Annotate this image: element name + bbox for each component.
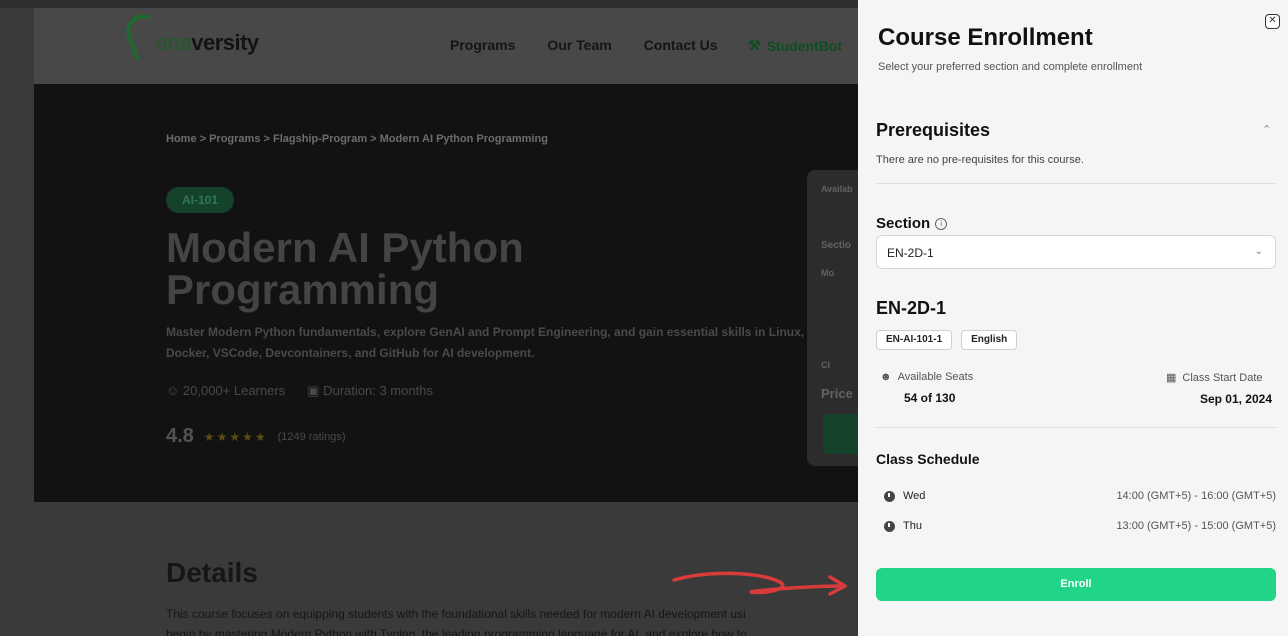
section-label-text: Section	[876, 215, 931, 232]
close-icon[interactable]: ✕	[1265, 14, 1280, 29]
studentbot-link[interactable]: ⚒ StudentBot	[748, 37, 842, 54]
course-meta: ☺ 20,000+ Learners ▣ Duration: 3 months	[166, 383, 433, 399]
schedule-day: Thu	[903, 520, 922, 532]
class-start-date-label: Class Start Date	[1182, 371, 1263, 384]
course-duration: ▣ Duration: 3 months	[307, 383, 433, 398]
breadcrumb: Home > Programs > Flagship-Program > Mod…	[166, 133, 548, 145]
side-card-price: Price	[821, 386, 853, 401]
section-name: EN-2D-1	[876, 298, 947, 318]
section-select[interactable]: EN-2D-1 ⌄	[876, 235, 1276, 269]
available-seats-value: 54 of 130	[904, 391, 956, 405]
drawer-subtitle: Select your preferred section and comple…	[878, 61, 1143, 73]
drawer-title: Course Enrollment	[878, 24, 1093, 51]
nav-links: Programs Our Team Contact Us	[450, 37, 718, 53]
course-code-badge: AI-101	[166, 187, 234, 213]
window-top-edge	[0, 0, 858, 8]
learners-count: ☺ 20,000+ Learners	[166, 383, 286, 398]
details-text: This course focuses on equipping student…	[166, 604, 858, 636]
class-start-date-value: Sep 01, 2024	[1199, 392, 1272, 406]
schedule-day: Wed	[903, 490, 926, 502]
background-page	[0, 0, 858, 636]
available-seats-label: Available Seats	[897, 371, 974, 383]
clock-icon	[884, 490, 895, 502]
schedule-row: Thu 13:00 (GMT+5) - 15:00 (GMT+5)	[876, 512, 1276, 540]
nav-link-programs[interactable]: Programs	[450, 37, 515, 53]
section-tags: EN-AI-101-1 English	[876, 330, 1018, 350]
star-rating-icon: ★★★★★	[203, 429, 268, 444]
studentbot-label: StudentBot	[766, 37, 842, 54]
calendar-icon: ▦	[1166, 372, 1177, 384]
tag-section-code: EN-AI-101-1	[876, 330, 953, 350]
learners-icon: ☺	[166, 383, 180, 398]
schedule-time: 14:00 (GMT+5) - 16:00 (GMT+5)	[1116, 490, 1276, 502]
enrollment-side-card: Availab Sectio Mo Cl Price	[807, 170, 858, 466]
nav-link-contact-us[interactable]: Contact Us	[644, 37, 718, 53]
side-card-mo: Mo	[821, 268, 834, 278]
available-seats: ☻ Available Seats 54 of 130	[880, 371, 973, 405]
annotation-arrow-icon	[672, 571, 847, 596]
details-line-1: This course focuses on equipping student…	[166, 607, 746, 621]
enroll-button[interactable]: Enroll	[876, 568, 1276, 601]
class-schedule-heading: Class Schedule	[876, 451, 980, 467]
side-card-button[interactable]	[823, 414, 858, 454]
section-label: Section i	[876, 215, 948, 232]
divider	[876, 427, 1276, 428]
course-description: Master Modern Python fundamentals, explo…	[166, 325, 805, 360]
ratings-count: (1249 ratings)	[277, 430, 346, 443]
course-rating: 4.8 ★★★★★ (1249 ratings)	[166, 425, 345, 448]
schedule-time: 13:00 (GMT+5) - 15:00 (GMT+5)	[1116, 520, 1276, 532]
chevron-down-icon: ⌄	[1254, 246, 1263, 257]
details-line-2: begin by mastering Modern Python with Ty…	[166, 627, 747, 636]
prerequisites-text: There are no pre-requisites for this cou…	[876, 154, 1084, 166]
tag-language: English	[961, 330, 1018, 350]
logo-text: anaversity	[156, 30, 259, 55]
class-start-date: ▦ Class Start Date Sep 01, 2024	[1166, 371, 1272, 407]
nav-link-our-team[interactable]: Our Team	[547, 37, 611, 53]
prerequisites-heading[interactable]: Prerequisites	[876, 120, 990, 141]
rating-value: 4.8	[166, 425, 194, 447]
details-heading: Details	[166, 557, 258, 588]
course-title: Modern AI Python Programming	[166, 224, 524, 313]
bot-icon: ⚒	[748, 37, 761, 53]
chevron-up-icon[interactable]: ⌃	[1262, 123, 1271, 136]
schedule-row: Wed 14:00 (GMT+5) - 16:00 (GMT+5)	[876, 482, 1276, 510]
side-card-available: Availab	[821, 184, 853, 194]
panaversity-logo[interactable]: anaversity	[121, 9, 259, 63]
people-icon: ☻	[880, 371, 892, 383]
side-card-cl: Cl	[821, 360, 830, 370]
calendar-icon: ▣	[307, 383, 320, 398]
section-select-value: EN-2D-1	[887, 246, 934, 260]
clock-icon	[884, 520, 895, 532]
info-icon[interactable]: i	[935, 217, 948, 230]
divider	[876, 183, 1276, 184]
side-card-section: Sectio	[821, 240, 852, 251]
